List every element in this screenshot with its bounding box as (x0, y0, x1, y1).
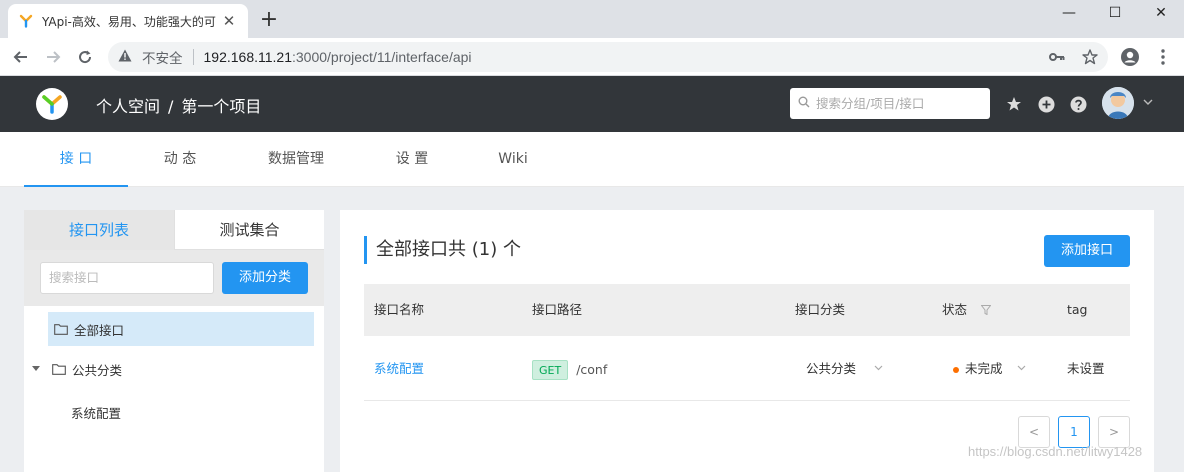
breadcrumb: 个人空间 / 第一个项目 (96, 93, 261, 117)
tree-item-label: 公共分类 (72, 362, 123, 378)
star-icon[interactable] (1004, 94, 1024, 114)
add-interface-button[interactable]: 添加接口 (1044, 235, 1130, 267)
tree-item-label: 全部接口 (74, 322, 125, 338)
interface-path: /conf (576, 362, 608, 377)
url-path: :3000/project/11/interface/api (292, 49, 472, 65)
browser-toolbar: 不安全 192.168.11.21:3000/project/11/interf… (0, 38, 1184, 76)
app-header: 个人空间 / 第一个项目 (0, 76, 1184, 132)
back-arrow-icon[interactable] (8, 44, 34, 70)
tab-interface-list[interactable]: 接口列表 (24, 210, 174, 250)
chevron-down-icon (874, 365, 883, 371)
column-header-category: 接口分类 (795, 302, 846, 317)
reload-icon[interactable] (72, 44, 98, 70)
interface-name-link[interactable]: 系统配置 (374, 336, 424, 401)
menu-dots-icon[interactable] (1150, 44, 1176, 70)
tag-cell: 未设置 (1067, 361, 1105, 376)
close-window-icon[interactable]: ✕ (1138, 0, 1184, 26)
tree-item-system-config[interactable]: 系统配置 (71, 395, 121, 429)
tab-close-icon[interactable]: ✕ (220, 12, 238, 30)
key-icon[interactable] (1044, 44, 1070, 70)
interface-search-input[interactable]: 搜索接口 (40, 262, 214, 294)
folder-icon (54, 323, 68, 335)
page-title: 全部接口共 (1) 个 (364, 236, 521, 264)
status-dot (953, 366, 959, 373)
folder-icon (52, 363, 66, 375)
category-select-value: 公共分类 (806, 361, 857, 376)
tree-item-public-category[interactable]: 公共分类 (32, 352, 122, 386)
project-subnav: 接 口 动 态 数据管理 设 置 Wiki (0, 132, 1184, 187)
tab-test-collection[interactable]: 测试集合 (174, 210, 324, 250)
tree-item-label: 系统配置 (71, 405, 122, 421)
breadcrumb-project[interactable]: 第一个项目 (181, 97, 261, 116)
tab-interface[interactable]: 接 口 (24, 132, 128, 187)
category-select[interactable]: 公共分类 (806, 336, 883, 401)
breadcrumb-separator: / (168, 97, 174, 116)
status-select[interactable]: 未完成 (953, 336, 1026, 401)
global-search-input[interactable] (816, 96, 976, 111)
breadcrumb-space[interactable]: 个人空间 (96, 97, 160, 116)
omnibox-divider (192, 49, 194, 65)
column-header-status-label: 状态 (942, 302, 968, 317)
filter-icon[interactable] (980, 305, 992, 316)
tree-item-all[interactable]: 全部接口 (48, 312, 314, 346)
add-category-button[interactable]: 添加分类 (222, 262, 308, 294)
yapi-logo-icon[interactable] (36, 88, 68, 120)
column-header-tag: tag (1067, 302, 1088, 317)
bookmark-star-icon[interactable] (1077, 44, 1103, 70)
user-avatar[interactable] (1102, 87, 1134, 119)
status-select-value: 未完成 (965, 361, 1003, 376)
column-header-name: 接口名称 (374, 302, 425, 317)
column-header-status: 状态 (942, 284, 992, 336)
tab-wiki[interactable]: Wiki (470, 132, 556, 187)
help-icon[interactable] (1068, 94, 1088, 114)
browser-tab[interactable]: YApi-高效、易用、功能强大的可 ✕ (8, 4, 248, 38)
tab-activity[interactable]: 动 态 (136, 132, 224, 187)
new-tab-button[interactable]: + (256, 8, 282, 34)
security-label: 不安全 (142, 51, 183, 67)
global-search[interactable] (790, 88, 990, 119)
browser-tab-strip: YApi-高效、易用、功能强大的可 ✕ + — ☐ ✕ (0, 0, 1184, 38)
chevron-down-icon (1017, 365, 1025, 371)
url-text: 192.168.11.21:3000/project/11/interface/… (204, 49, 472, 65)
add-circle-icon[interactable] (1036, 94, 1056, 114)
address-bar[interactable]: 不安全 192.168.11.21:3000/project/11/interf… (108, 42, 1108, 72)
table-row: 系统配置 GET/conf 公共分类 未完成 未设置 (364, 336, 1130, 401)
minimize-icon[interactable]: — (1046, 0, 1092, 26)
table-header: 接口名称 接口路径 接口分类 状态 tag (364, 284, 1130, 336)
interface-list-panel: 全部接口共 (1) 个 添加接口 接口名称 接口路径 接口分类 状态 tag 系… (340, 210, 1154, 472)
forward-arrow-icon[interactable] (40, 44, 66, 70)
sidebar-search-row: 搜索接口 添加分类 (24, 250, 324, 306)
watermark: https://blog.csdn.net/litwy1428 (968, 444, 1143, 459)
column-header-path: 接口路径 (532, 302, 583, 317)
chevron-down-icon[interactable] (1143, 97, 1153, 108)
profile-icon[interactable] (1117, 44, 1143, 70)
method-badge: GET (532, 359, 569, 380)
interface-sidebar: 接口列表 测试集合 搜索接口 添加分类 全部接口 公共分类 系统配置 (24, 210, 324, 472)
caret-down-icon[interactable] (32, 366, 40, 372)
sidebar-tabs: 接口列表 测试集合 (24, 210, 324, 250)
url-host: 192.168.11.21 (203, 49, 293, 65)
warning-icon (118, 49, 136, 66)
tab-data-management[interactable]: 数据管理 (252, 132, 340, 187)
tab-settings[interactable]: 设 置 (368, 132, 456, 187)
search-icon (798, 96, 810, 112)
interface-path-cell: GET/conf (532, 336, 607, 401)
maximize-icon[interactable]: ☐ (1092, 0, 1138, 26)
tab-title: YApi-高效、易用、功能强大的可 (42, 14, 216, 29)
yapi-favicon-icon (18, 13, 34, 29)
